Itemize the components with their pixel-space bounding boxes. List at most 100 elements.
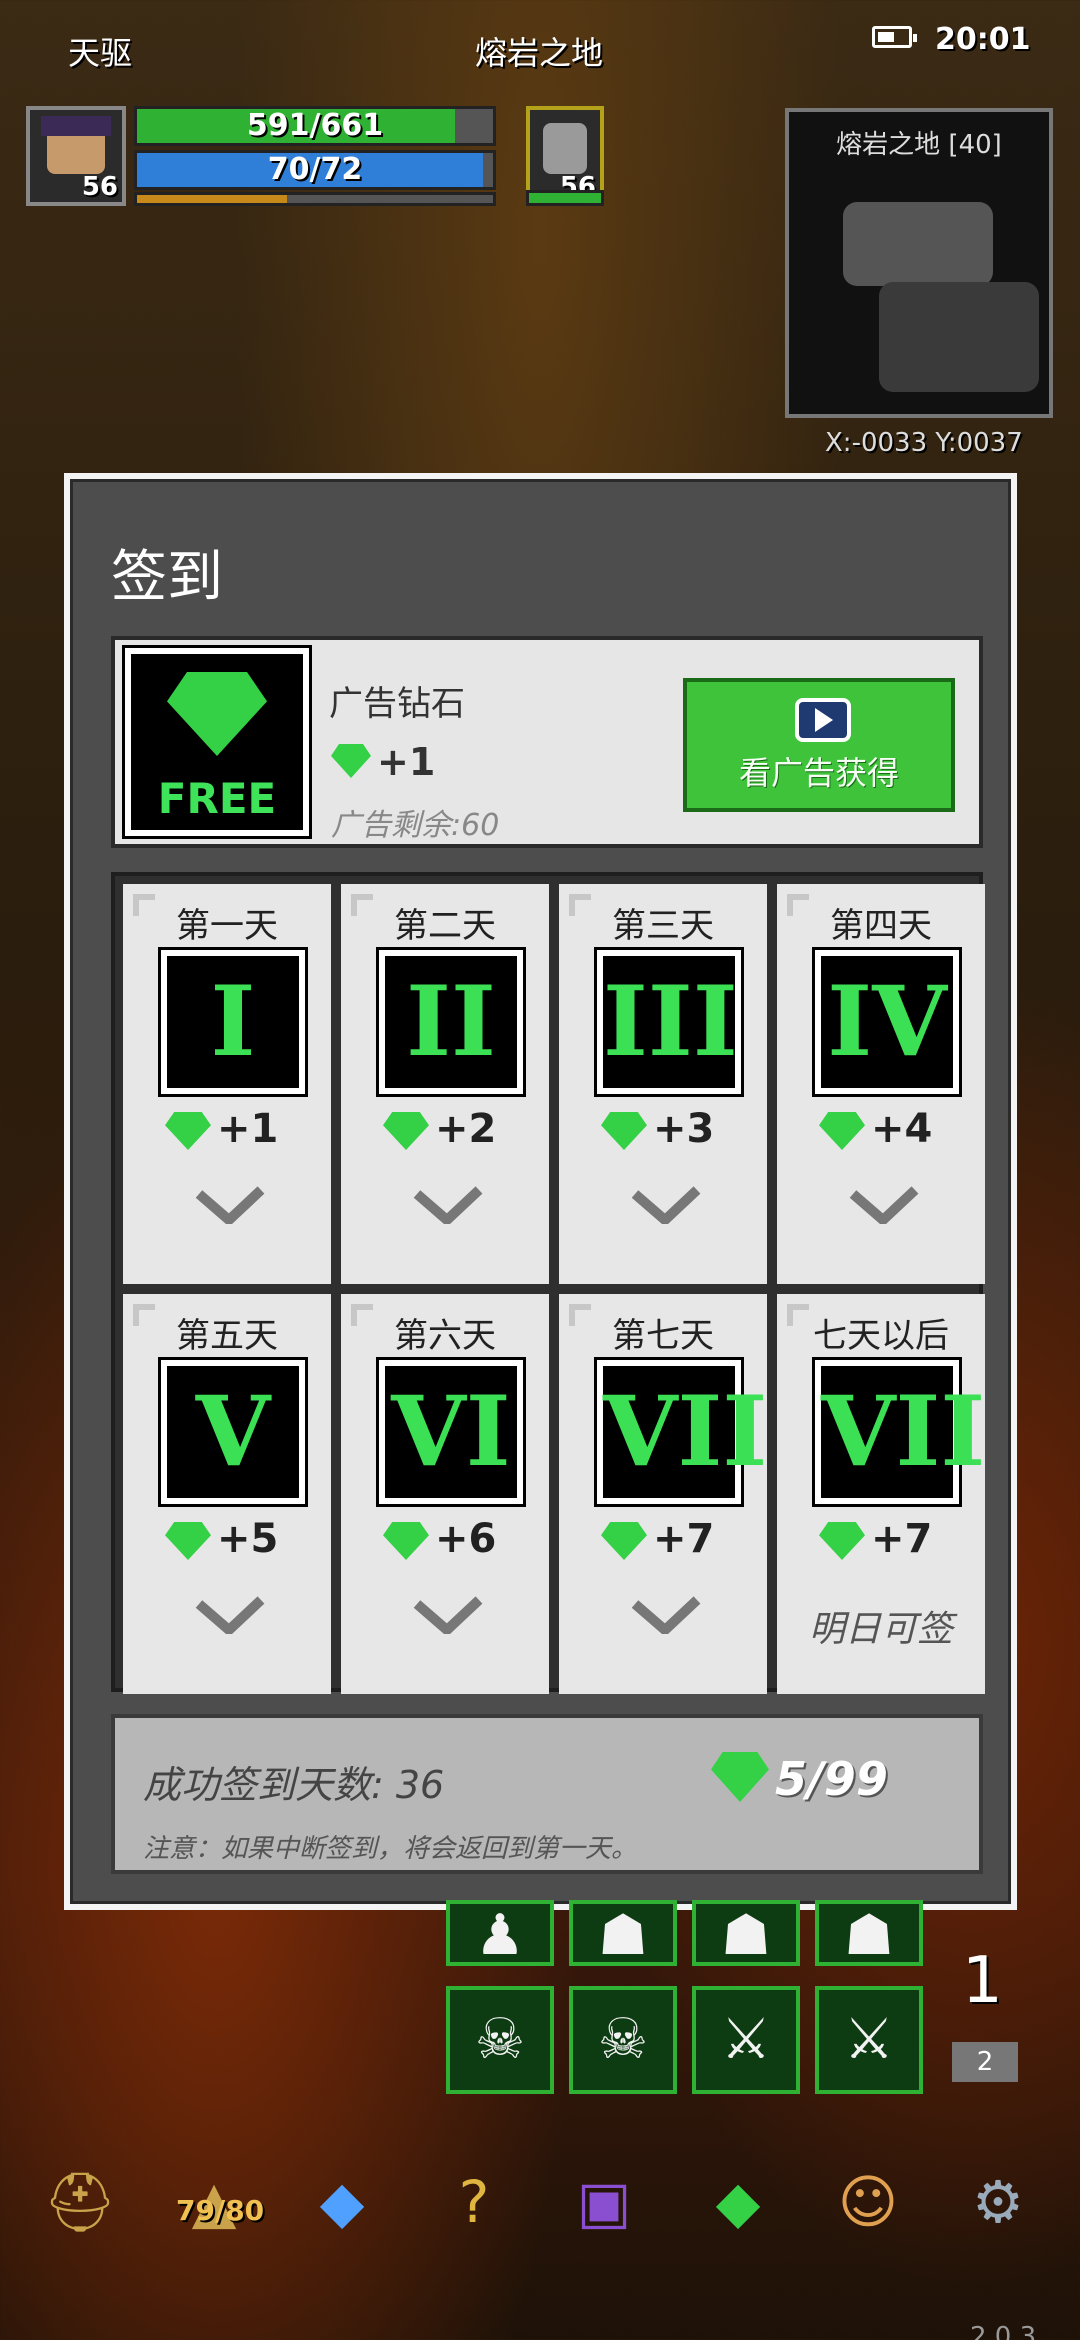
day-reward: +1: [217, 1106, 279, 1152]
nav-inventory[interactable]: ▣: [562, 2160, 646, 2244]
day-label: 第六天: [394, 1316, 496, 1356]
day-label: 第五天: [176, 1316, 278, 1356]
days-grid: 第一天 I +1 第二天 II +2 第三天 III +3 第四天 IV +4 第五天 V +5 第六天 VI +…: [111, 872, 985, 1694]
nav-equipment[interactable]: ⛑: [38, 2160, 122, 2244]
day-card[interactable]: 第七天 VII +7: [559, 1294, 767, 1694]
nav-skills[interactable]: ◆: [300, 2160, 384, 2244]
nav-pets[interactable]: ☺: [826, 2160, 910, 2244]
skill-slot[interactable]: ☠: [446, 1986, 554, 2094]
watch-ad-button[interactable]: 看广告获得: [683, 678, 955, 812]
day-reward: +6: [435, 1516, 497, 1562]
gem-icon: [165, 1522, 211, 1560]
battery-icon: [872, 26, 917, 48]
day-label: 七天以后: [813, 1316, 949, 1356]
day-reward: +5: [217, 1516, 279, 1562]
day-numeral: II: [406, 965, 496, 1078]
day-card[interactable]: 第六天 VI +6: [341, 1294, 549, 1694]
status-clock: 20:01: [935, 22, 1031, 57]
hp-text: 591/661: [246, 108, 384, 143]
nav-settings[interactable]: ⚙: [956, 2160, 1040, 2244]
day-label: 第三天: [612, 906, 714, 946]
monster-icon: ☗: [720, 1903, 772, 1968]
day-numeral: VI: [391, 1375, 511, 1488]
day-numeral-icon: VII: [812, 1357, 986, 1507]
day-card[interactable]: 第五天 V +5: [123, 1294, 331, 1694]
nav-shop[interactable]: ◆: [696, 2160, 780, 2244]
sword-icon: ⚔: [843, 2007, 895, 2072]
minimap-title: 熔岩之地 [40]: [836, 130, 1002, 160]
mp-bar: 70/72: [134, 150, 496, 190]
day-numeral-icon: V: [158, 1357, 308, 1507]
signin-dialog: 签到 FREE 广告钻石 +1 广告剩余:60 看广告获得 第一天 I +1 第二天 I…: [64, 473, 1017, 1910]
ad-title: 广告钻石: [329, 684, 465, 724]
gem-icon: [819, 1112, 865, 1150]
helmet-icon: ⛑: [43, 2168, 117, 2236]
gem-icon: [383, 1112, 429, 1150]
minimap-room: [879, 282, 1039, 392]
day-reward: +7: [653, 1516, 715, 1562]
day-numeral-icon: III: [594, 947, 744, 1097]
day-reward: +2: [435, 1106, 497, 1152]
party-icon: ♟: [474, 1903, 526, 1968]
day-card[interactable]: 第一天 I +1: [123, 884, 331, 1284]
ad-remaining: 广告剩余:60: [331, 808, 500, 843]
day-card[interactable]: 第二天 II +2: [341, 884, 549, 1284]
gem-icon: [383, 1522, 429, 1560]
monster-icon: ☗: [843, 1903, 895, 1968]
xp-bar: [134, 192, 496, 206]
sword-icon: ⚔: [720, 2007, 772, 2072]
day-card[interactable]: 七天以后 VII +7 明日可签: [777, 1294, 985, 1694]
crystal-icon: ◆: [319, 2168, 365, 2236]
skill-slot[interactable]: ☗: [815, 1900, 923, 1968]
version-label: 2.0.3: [970, 2322, 1037, 2340]
coordinates: X:-0033 Y:0037: [825, 428, 1023, 458]
days-count: 成功签到天数: 36: [143, 1763, 445, 1807]
check-icon: [195, 1186, 265, 1224]
signin-notice: 注意：如果中断签到，将会返回到第一天。: [143, 1834, 638, 1864]
check-icon: [631, 1596, 701, 1634]
gem-total: 5/99: [775, 1752, 888, 1806]
free-gem-icon: FREE: [122, 645, 312, 839]
day-numeral: IV: [827, 965, 947, 1078]
energy-count: 79/80: [176, 2194, 265, 2227]
day-card[interactable]: 第四天 IV +4: [777, 884, 985, 1284]
gem-icon: [711, 1752, 769, 1802]
pet-face-icon: [542, 122, 588, 175]
floor-badge[interactable]: 2: [952, 2042, 1018, 2082]
day-label: 第一天: [176, 906, 278, 946]
free-label: FREE: [157, 774, 277, 823]
day-reward: +3: [653, 1106, 715, 1152]
nav-quests[interactable]: ?: [432, 2160, 516, 2244]
skill-slot[interactable]: ⚔: [692, 1986, 800, 2094]
skill-slot[interactable]: ☗: [569, 1900, 677, 1968]
watch-ad-label: 看广告获得: [738, 754, 899, 792]
day-numeral: I: [210, 965, 256, 1078]
skill-slot[interactable]: ☗: [692, 1900, 800, 1968]
player-hat-icon: [41, 115, 111, 136]
minimap[interactable]: 熔岩之地 [40]: [785, 108, 1053, 418]
gem-icon: [331, 744, 371, 778]
gem-icon: [165, 1112, 211, 1150]
gem-icon: [601, 1522, 647, 1560]
dialog-title: 签到: [111, 545, 223, 610]
player-avatar[interactable]: 56: [26, 106, 126, 206]
day-numeral-icon: II: [376, 947, 526, 1097]
day-numeral-icon: VII: [594, 1357, 768, 1507]
gem-icon: ◆: [715, 2168, 761, 2236]
player-name: 天驱: [68, 34, 133, 72]
day-numeral: VII: [603, 1375, 768, 1488]
question-icon: ?: [458, 2168, 490, 2236]
monster-icon: ☠: [474, 2007, 526, 2072]
day-card[interactable]: 第三天 III +3: [559, 884, 767, 1284]
pet-hp-bar: [526, 190, 604, 206]
ad-reward: +1: [377, 740, 436, 784]
gem-icon: [601, 1112, 647, 1150]
skill-slot[interactable]: ☠: [569, 1986, 677, 2094]
skill-slot[interactable]: ⚔: [815, 1986, 923, 2094]
monster-icon: ☠: [597, 2007, 649, 2072]
skill-slot[interactable]: ♟: [446, 1900, 554, 1968]
bag-icon: ▣: [576, 2168, 632, 2236]
mp-text: 70/72: [267, 152, 363, 187]
day-numeral: VII: [821, 1375, 986, 1488]
player-level: 56: [81, 172, 118, 202]
